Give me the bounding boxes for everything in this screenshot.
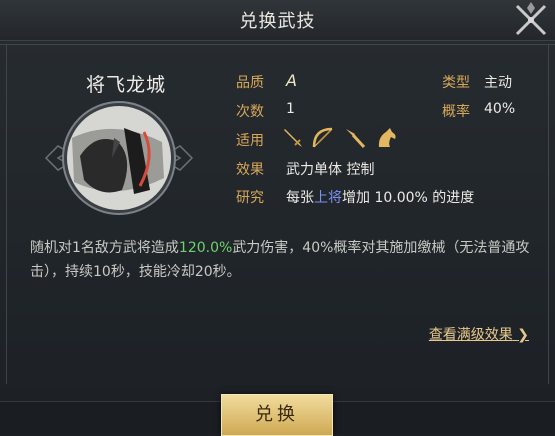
spear-icon — [346, 129, 366, 149]
effect-value: 武力单体 控制 — [286, 162, 375, 178]
effect-label: 效果 — [236, 162, 264, 178]
research-prefix: 每张 — [286, 190, 314, 206]
quality-value: A — [286, 71, 297, 90]
rate-label: 概率 — [442, 104, 470, 120]
view-max-level-label: 查看满级效果 — [428, 327, 513, 343]
count-value: 1 — [286, 101, 295, 117]
frame-divider — [0, 44, 555, 45]
description-highlight: 120.0% — [178, 240, 233, 256]
type-value: 主动 — [484, 75, 512, 91]
quality-label: 品质 — [236, 75, 264, 91]
skill-portrait — [44, 101, 194, 215]
research-label: 研究 — [236, 190, 264, 206]
horse-icon — [378, 128, 396, 147]
frame-divider — [548, 44, 549, 384]
applies-label: 适用 — [236, 133, 264, 149]
research-highlight: 上将 — [314, 190, 342, 206]
exchange-button[interactable]: 兑换 — [221, 394, 333, 436]
research-suffix: 增加 10.00% 的进度 — [342, 190, 475, 206]
type-label: 类型 — [442, 75, 470, 91]
research-text: 每张上将增加 10.00% 的进度 — [286, 187, 474, 207]
rate-value: 40% — [484, 101, 516, 117]
view-max-level-link[interactable]: 查看满级效果 ❯ — [429, 324, 529, 344]
description-part1: 随机对1名敌方武将造成 — [30, 240, 179, 256]
count-label: 次数 — [236, 104, 264, 120]
sword-icon — [284, 129, 302, 147]
skill-description: 随机对1名敌方武将造成120.0%武力伤害，40%概率对其施加缴械（无法普通攻击… — [30, 236, 540, 284]
bow-icon — [312, 127, 333, 148]
close-icon — [515, 2, 547, 36]
frame-divider — [6, 44, 7, 384]
dialog-title: 兑换武技 — [239, 11, 316, 32]
chevron-right-icon: ❯ — [517, 327, 529, 343]
close-button[interactable] — [511, 0, 551, 40]
dialog-header: 兑换武技 — [0, 0, 555, 41]
skill-name: 将飞龙城 — [85, 74, 166, 96]
